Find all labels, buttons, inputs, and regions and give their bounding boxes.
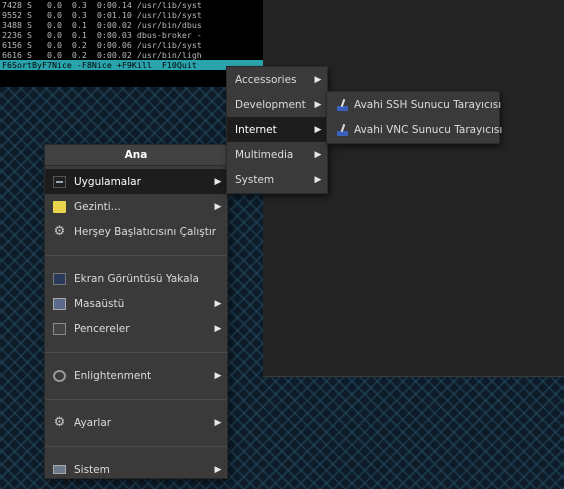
process-row: 7428 S 0.0 0.3 0:00.14 /usr/lib/syst — [2, 0, 202, 10]
menu-item-enlightenment[interactable]: Enlightenment ▶ — [45, 363, 227, 388]
menu-item-label: Ekran Görüntüsü Yakala — [74, 272, 199, 285]
process-row: 2236 S 0.0 0.1 0:00.03 dbus-broker - — [2, 30, 202, 40]
menu-item-multimedia[interactable]: Multimedia ▶ — [227, 142, 327, 167]
chevron-right-icon: ▶ — [214, 417, 222, 428]
menu-item-system-apps[interactable]: System ▶ — [227, 167, 327, 192]
process-row: 3488 S 0.0 0.1 0:00.02 /usr/bin/dbus — [2, 20, 202, 30]
applications-icon — [53, 175, 66, 188]
menu-item-label: Internet — [235, 123, 277, 136]
chevron-right-icon: ▶ — [314, 174, 322, 185]
menu-item-label: Multimedia — [235, 148, 294, 161]
menu-item-windows[interactable]: Pencereler ▶ — [45, 316, 227, 341]
windows-icon — [53, 322, 66, 335]
desktop-icon — [53, 297, 66, 310]
menu-item-settings[interactable]: ⚙ Ayarlar ▶ — [45, 410, 227, 435]
main-menu: Ana Uygulamalar ▶ Gezinti... ▶ ⚙ Herşey … — [44, 144, 228, 479]
terminal-window[interactable]: 7428 S 0.0 0.3 0:00.14 /usr/lib/syst 955… — [0, 0, 263, 87]
screenshot-icon — [53, 272, 66, 285]
applications-submenu: Accessories ▶ Development ▶ Internet ▶ M… — [226, 66, 328, 194]
chevron-right-icon: ▶ — [214, 370, 222, 381]
process-row: 9552 S 0.0 0.3 0:01.10 /usr/lib/syst — [2, 10, 202, 20]
chevron-right-icon: ▶ — [314, 74, 322, 85]
menu-item-label: Avahi VNC Sunucu Tarayıcısı — [354, 123, 503, 136]
menu-item-label: Masaüstü — [74, 297, 125, 310]
menu-item-label: Pencereler — [74, 322, 130, 335]
chevron-right-icon: ▶ — [214, 323, 222, 334]
process-row: 6156 S 0.0 0.2 0:00.06 /usr/lib/syst — [2, 40, 202, 50]
menu-item-system[interactable]: Sistem ▶ — [45, 457, 227, 482]
menu-item-avahi-ssh[interactable]: Avahi SSH Sunucu Tarayıcısı — [327, 92, 502, 117]
menu-item-avahi-vnc[interactable]: Avahi VNC Sunucu Tarayıcısı — [327, 117, 503, 142]
chevron-right-icon: ▶ — [314, 99, 322, 110]
chevron-right-icon: ▶ — [214, 176, 222, 187]
avahi-icon — [337, 99, 348, 111]
menu-item-applications[interactable]: Uygulamalar ▶ — [45, 169, 227, 194]
gear-icon: ⚙ — [53, 223, 66, 239]
menu-item-label: Enlightenment — [74, 369, 152, 382]
function-key-bar[interactable]: F6SortByF7Nice -F8Nice +F9Kill F10Quit — [0, 60, 263, 70]
menu-title: Ana — [45, 145, 227, 166]
menu-item-accessories[interactable]: Accessories ▶ — [227, 67, 327, 92]
menu-item-label: Sistem — [74, 463, 110, 476]
chevron-right-icon: ▶ — [314, 149, 322, 160]
settings-gear-icon: ⚙ — [53, 414, 66, 430]
menu-item-label: Uygulamalar — [74, 175, 141, 188]
internet-submenu: Avahi SSH Sunucu Tarayıcısı Avahi VNC Su… — [326, 91, 503, 144]
menu-item-label: Ayarlar — [74, 416, 112, 429]
process-row: 6616 S 0.0 0.2 0:00.02 /usr/bin/ligh — [2, 50, 202, 60]
menu-item-take-screenshot[interactable]: Ekran Görüntüsü Yakala — [45, 266, 227, 291]
menu-item-label: Herşey Başlatıcısını Çalıştır — [74, 225, 217, 238]
enlightenment-icon — [53, 369, 66, 382]
menu-item-run-everything[interactable]: ⚙ Herşey Başlatıcısını Çalıştır — [45, 219, 227, 244]
avahi-icon — [337, 124, 348, 136]
menu-item-label: Accessories — [235, 73, 297, 86]
menu-item-development[interactable]: Development ▶ — [227, 92, 327, 117]
chevron-right-icon: ▶ — [314, 124, 322, 135]
chevron-right-icon: ▶ — [214, 464, 222, 475]
menu-item-browse[interactable]: Gezinti... ▶ — [45, 194, 227, 219]
menu-separator — [45, 352, 227, 353]
menu-item-internet[interactable]: Internet ▶ — [227, 117, 327, 142]
menu-separator — [45, 446, 227, 447]
menu-item-label: System — [235, 173, 275, 186]
menu-item-label: Avahi SSH Sunucu Tarayıcısı — [354, 98, 502, 111]
menu-item-desktop[interactable]: Masaüstü ▶ — [45, 291, 227, 316]
chevron-right-icon: ▶ — [214, 298, 222, 309]
menu-item-label: Development — [235, 98, 306, 111]
menu-separator — [45, 399, 227, 400]
menu-separator — [45, 255, 227, 256]
chevron-right-icon: ▶ — [214, 201, 222, 212]
system-icon — [53, 465, 66, 474]
folder-icon — [53, 200, 66, 213]
menu-item-label: Gezinti... — [74, 200, 121, 213]
